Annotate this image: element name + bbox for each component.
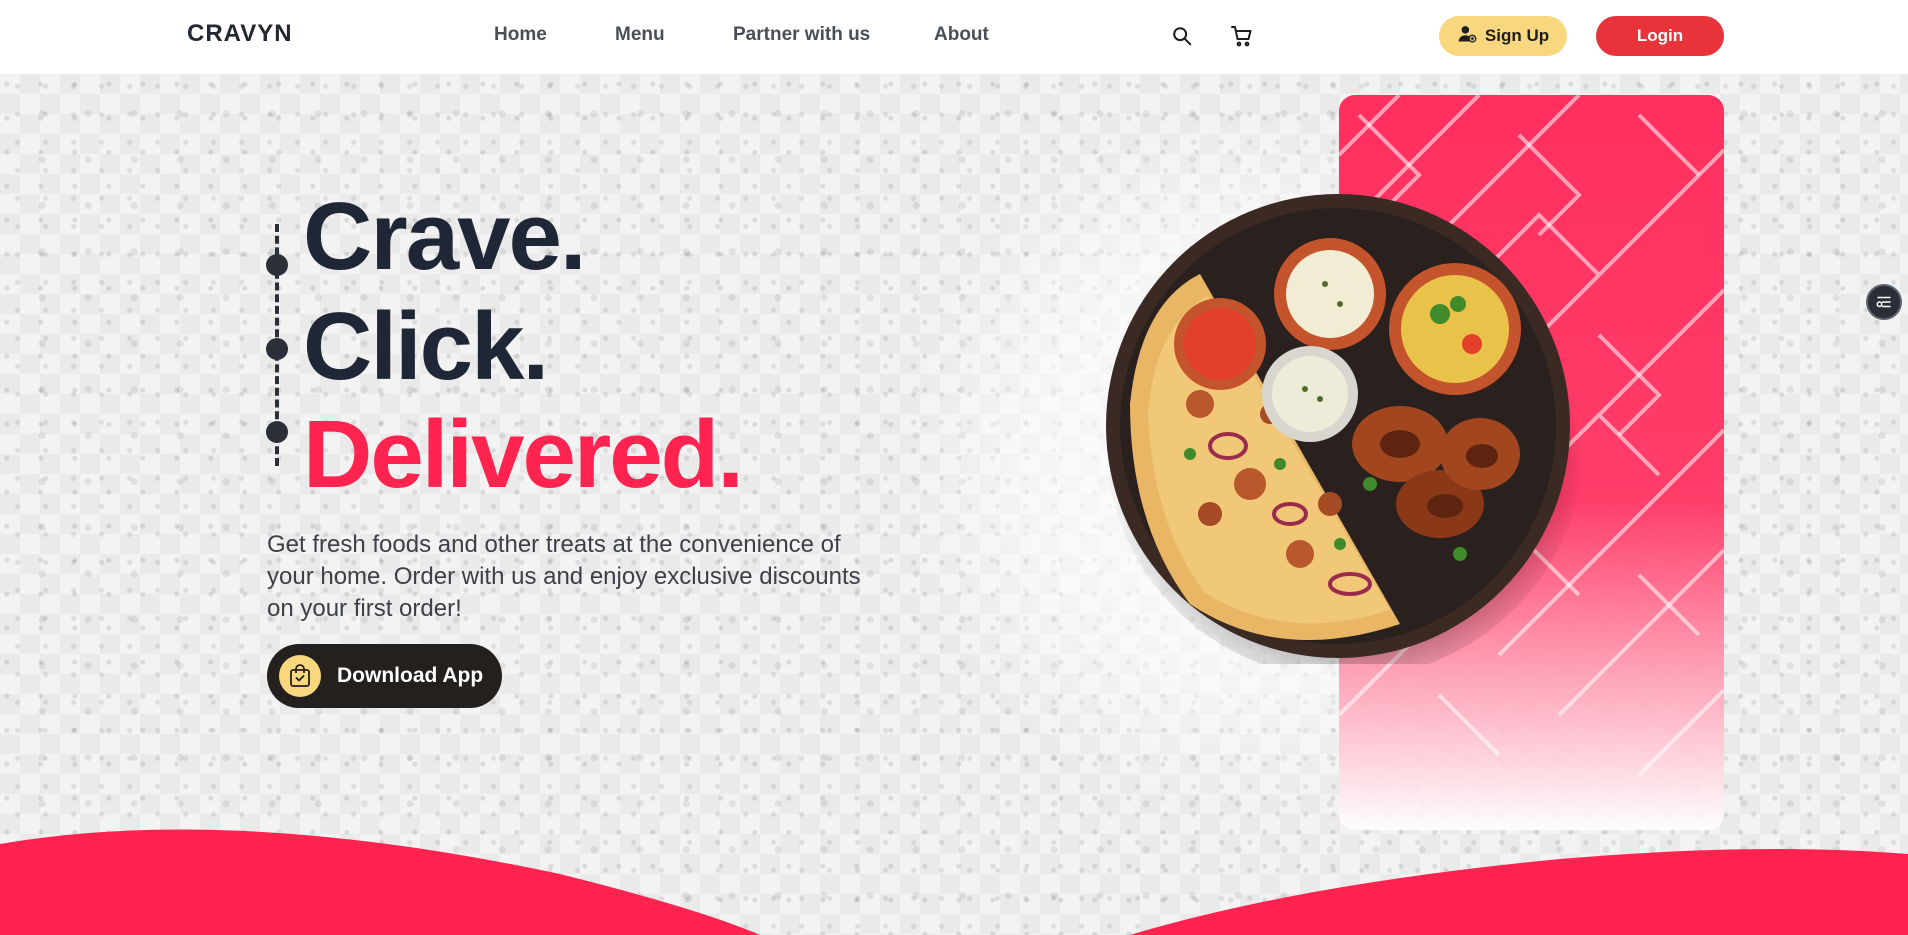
brand-logo[interactable]: CRAVYN: [187, 20, 293, 48]
sign-up-label: Sign Up: [1484, 26, 1550, 45]
headline-crave: Crave.: [303, 183, 587, 290]
headline-click: Click.: [303, 293, 549, 400]
download-app-button[interactable]: Download App: [267, 644, 502, 708]
nav-partner-with-us[interactable]: Partner with us: [733, 24, 870, 46]
food-platter-image: [1100, 184, 1585, 679]
nav-menu[interactable]: Menu: [615, 24, 665, 46]
cart-icon[interactable]: [1228, 22, 1256, 50]
download-app-label: Download App: [337, 664, 484, 687]
timeline-dot: [266, 421, 288, 443]
top-header: CRAVYN Home Menu Partner with us About S…: [0, 0, 1908, 74]
user-add-icon: [1457, 24, 1477, 49]
shopping-bag-icon: [279, 655, 321, 697]
nav-home[interactable]: Home: [494, 24, 547, 46]
filter-icon[interactable]: [1866, 284, 1902, 320]
timeline-dot: [266, 254, 288, 276]
sign-up-button[interactable]: Sign Up: [1439, 16, 1567, 56]
hero-section: Crave. Click. Delivered. Get fresh foods…: [0, 74, 1908, 935]
nav-about[interactable]: About: [934, 24, 989, 46]
hero-description: Get fresh foods and other treats at the …: [267, 531, 861, 622]
login-button[interactable]: Login: [1596, 16, 1724, 56]
timeline-dot: [266, 338, 288, 360]
search-icon[interactable]: [1168, 22, 1196, 50]
bottom-wave: [0, 829, 1908, 935]
headline-delivered: Delivered.: [303, 401, 744, 508]
